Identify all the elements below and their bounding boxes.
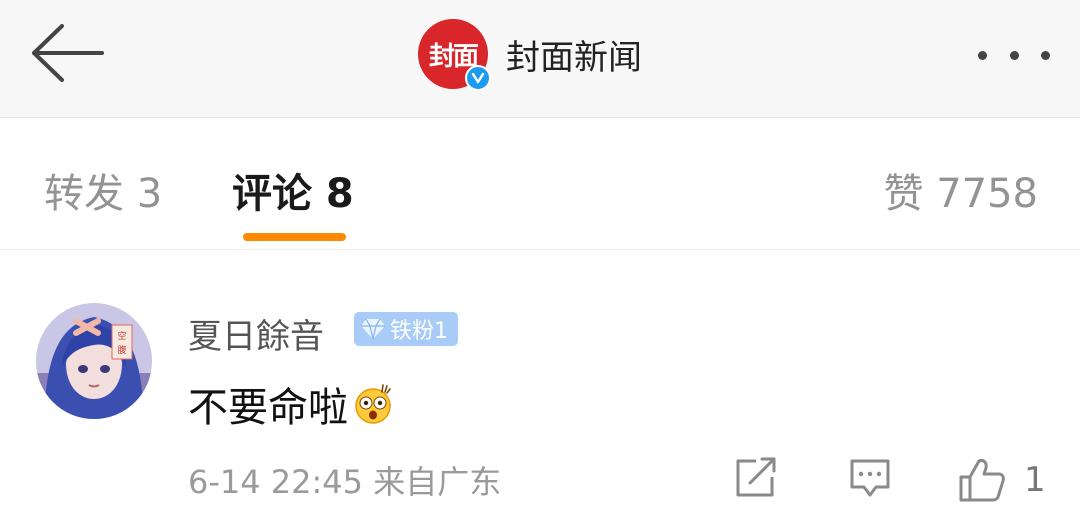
comment-item: 空 腹 夏日餘音 铁粉1 不要命啦 6-14 22:45 来自广东 1 xyxy=(0,251,1080,518)
fan-badge[interactable]: 铁粉1 xyxy=(354,312,458,346)
top-bar: 封面 封面新闻 xyxy=(0,0,1080,118)
more-button[interactable] xyxy=(978,40,1050,70)
tab-bar: 转发 3 评论 8 赞 7758 xyxy=(0,119,1080,250)
share-button[interactable] xyxy=(734,457,778,503)
comment-content: 不要命啦 xyxy=(188,375,394,433)
comment-text: 不要命啦 xyxy=(188,385,348,431)
more-icon-dot xyxy=(1009,50,1019,60)
verified-icon xyxy=(465,65,491,91)
svg-text:腹: 腹 xyxy=(117,344,126,356)
back-arrow-icon xyxy=(32,24,104,82)
account-logo: 封面 xyxy=(418,19,491,91)
surprised-emoji-icon xyxy=(355,384,391,424)
like-button[interactable]: 1 xyxy=(958,457,1046,503)
active-tab-indicator xyxy=(243,233,346,241)
comment-meta: 6-14 22:45 来自广东 xyxy=(188,463,502,501)
thumbs-up-icon xyxy=(959,459,1005,502)
account-name: 封面新闻 xyxy=(506,37,642,78)
comment-username[interactable]: 夏日餘音 xyxy=(188,309,324,358)
fan-badge-label: 铁粉1 xyxy=(390,319,448,344)
reply-icon xyxy=(850,459,890,497)
like-count: 1 xyxy=(1024,460,1046,500)
tab-repost[interactable]: 转发 3 xyxy=(44,161,162,219)
diamond-icon xyxy=(361,318,385,340)
account-header[interactable]: 封面 封面新闻 xyxy=(418,18,642,91)
back-button[interactable] xyxy=(28,22,106,84)
tab-like[interactable]: 赞 7758 xyxy=(883,161,1038,219)
tab-comment[interactable]: 评论 8 xyxy=(232,161,354,219)
more-icon-dot xyxy=(1041,50,1050,60)
svg-text:空: 空 xyxy=(117,330,126,342)
more-icon xyxy=(978,50,987,60)
avatar[interactable]: 空 腹 xyxy=(36,303,152,419)
reply-button[interactable] xyxy=(848,457,892,503)
share-icon xyxy=(736,457,776,497)
